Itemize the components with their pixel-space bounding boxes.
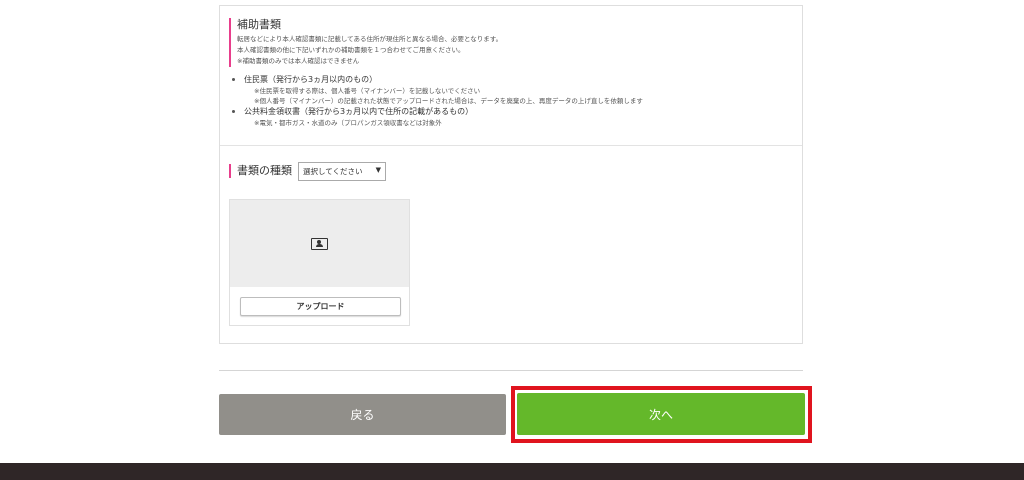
list-item-note: ※個人番号（マイナンバー）の記載された状態でアップロードされた場合は、データを廃… — [254, 97, 643, 105]
document-form-card: 補助書類 転居などにより本人確認書類に記載してある住所が現住所と異なる場合、必要… — [219, 5, 803, 344]
list-item-note: ※電気・都市ガス・水道のみ（プロパンガス領収書などは対象外 — [254, 119, 442, 127]
aux-docs-warning: ※補助書類のみでは本人確認はできません — [237, 57, 360, 65]
page-footer — [0, 463, 1024, 480]
id-card-icon — [311, 237, 328, 250]
list-item-note: ※住民票を取得する際は、個人番号（マイナンバー）を記載しないでください — [254, 87, 481, 95]
doc-type-select[interactable]: 選択してください ▼ — [298, 161, 386, 181]
upload-card: アップロード — [229, 199, 410, 326]
next-button[interactable]: 次へ — [517, 393, 805, 435]
doc-type-select-value: 選択してください — [303, 166, 363, 176]
list-item-label: 公共料金領収書（発行から3ヵ月以内で住所の記載があるもの） — [244, 107, 474, 116]
aux-docs-description: 転居などにより本人確認書類に記載してある住所が現住所と異なる場合、必要となります… — [237, 35, 503, 43]
list-item: 公共料金領収書（発行から3ヵ月以内で住所の記載があるもの） ※電気・都市ガス・水… — [232, 106, 792, 128]
footer-separator — [219, 370, 803, 371]
aux-docs-title: 補助書類 — [237, 18, 281, 31]
doc-type-label: 書類の種類 — [229, 164, 292, 178]
aux-docs-section: 補助書類 転居などにより本人確認書類に記載してある住所が現住所と異なる場合、必要… — [229, 18, 797, 67]
upload-button[interactable]: アップロード — [240, 297, 401, 316]
chevron-down-icon: ▼ — [375, 165, 381, 174]
list-item: 住民票（発行から3ヵ月以内のもの） ※住民票を取得する際は、個人番号（マイナンバ… — [232, 74, 792, 106]
bullet-icon — [232, 110, 235, 113]
bullet-icon — [232, 78, 235, 81]
doc-type-row: 書類の種類 選択してください ▼ — [229, 161, 386, 181]
upload-preview — [230, 200, 409, 287]
back-button[interactable]: 戻る — [219, 394, 506, 435]
list-item-label: 住民票（発行から3ヵ月以内のもの） — [244, 75, 378, 84]
aux-docs-description: 本人確認書類の他に下記いずれかの補助書類を１つ合わせてご用意ください。 — [237, 46, 465, 54]
section-divider — [220, 145, 802, 146]
aux-docs-list: 住民票（発行から3ヵ月以内のもの） ※住民票を取得する際は、個人番号（マイナンバ… — [232, 74, 792, 128]
